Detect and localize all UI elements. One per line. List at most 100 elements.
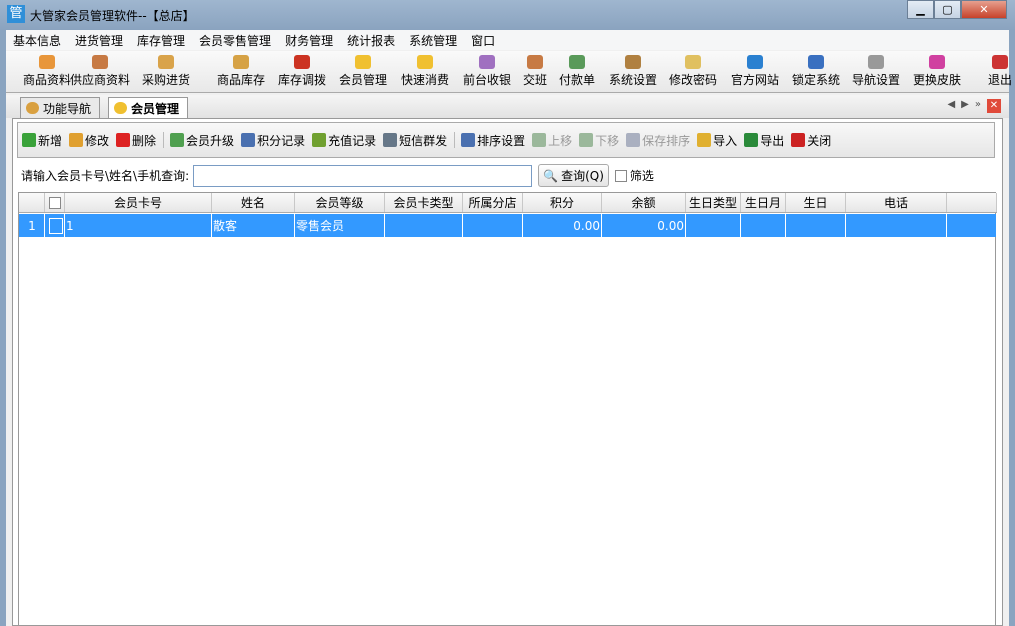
action-button[interactable]: 删除 (116, 132, 156, 149)
toolbar-button[interactable]: 交班 (523, 53, 547, 88)
toolbar-button[interactable]: 快速消费 (401, 53, 449, 88)
toolbar-button[interactable]: 会员管理 (339, 53, 387, 88)
action-label: 充值记录 (328, 132, 376, 149)
tab-function-nav[interactable]: 功能导航 (20, 97, 100, 118)
menu-item[interactable]: 窗口 (464, 30, 502, 50)
filter-checkbox[interactable] (615, 170, 627, 182)
column-header[interactable]: 生日月 (741, 193, 786, 212)
menu-item[interactable]: 基本信息 (6, 30, 68, 50)
toolbar-button[interactable]: 系统设置 (609, 53, 657, 88)
tab-scroll-right-icon[interactable]: ▶ (961, 99, 969, 113)
column-header[interactable] (947, 193, 997, 212)
action-button[interactable]: 短信群发 (383, 132, 447, 149)
action-button[interactable]: 导出 (744, 132, 784, 149)
action-label: 导入 (713, 132, 737, 149)
action-label: 新增 (38, 132, 62, 149)
column-header[interactable]: 会员等级 (295, 193, 385, 212)
toolbar-icon (39, 55, 55, 69)
toolbar-button[interactable]: 前台收银 (463, 53, 511, 88)
table-cell (741, 214, 786, 237)
menu-item[interactable]: 会员零售管理 (192, 30, 278, 50)
query-button[interactable]: 🔍查询(Q) (538, 164, 609, 187)
toolbar-icon (233, 55, 249, 69)
toolbar-label: 商品库存 (217, 73, 265, 87)
tab-member-management[interactable]: 会员管理 (108, 97, 188, 118)
column-header[interactable]: 电话 (846, 193, 947, 212)
action-button[interactable]: 充值记录 (312, 132, 376, 149)
table-cell (686, 214, 741, 237)
action-button[interactable]: 新增 (22, 132, 62, 149)
menu-item[interactable]: 进货管理 (68, 30, 130, 50)
action-button[interactable]: 会员升级 (170, 132, 234, 149)
member-icon (114, 102, 127, 114)
action-icon (461, 133, 475, 147)
column-header[interactable]: 所属分店 (463, 193, 523, 212)
column-header[interactable]: 姓名 (212, 193, 295, 212)
window-title: 大管家会员管理软件--【总店】 (30, 7, 195, 24)
toolbar-button[interactable]: 更换皮肤 (913, 53, 961, 88)
toolbar-label: 前台收银 (463, 73, 511, 87)
action-button[interactable]: 关闭 (791, 132, 831, 149)
toolbar-icon (158, 55, 174, 69)
minimize-button[interactable]: ▁ (907, 0, 934, 19)
action-icon (532, 133, 546, 147)
toolbar-button[interactable]: 修改密码 (669, 53, 717, 88)
checkbox[interactable] (49, 197, 61, 209)
menu-item[interactable]: 库存管理 (130, 30, 192, 50)
action-label: 导出 (760, 132, 784, 149)
select-all-checkbox[interactable] (45, 193, 65, 212)
action-icon (69, 133, 83, 147)
action-button[interactable]: 导入 (697, 132, 737, 149)
toolbar-button[interactable]: 供应商资料 (70, 53, 130, 88)
column-header[interactable]: 生日 (786, 193, 846, 212)
action-label: 保存排序 (642, 132, 690, 149)
menu-item[interactable]: 系统管理 (402, 30, 464, 50)
row-checkbox[interactable] (45, 214, 65, 237)
search-input[interactable] (193, 165, 532, 187)
toolbar-button[interactable]: 库存调拨 (278, 53, 326, 88)
column-header[interactable]: 余额 (602, 193, 686, 212)
action-icon (626, 133, 640, 147)
column-header[interactable]: 积分 (523, 193, 602, 212)
action-label: 下移 (595, 132, 619, 149)
toolbar-label: 快速消费 (401, 73, 449, 87)
action-button[interactable]: 排序设置 (461, 132, 525, 149)
menu-item[interactable]: 财务管理 (278, 30, 340, 50)
toolbar-button[interactable]: 商品资料 (23, 53, 71, 88)
toolbar-button[interactable]: 退出 (988, 53, 1012, 88)
menu-item[interactable]: 统计报表 (340, 30, 402, 50)
checkbox[interactable] (49, 218, 63, 234)
action-button[interactable]: 积分记录 (241, 132, 305, 149)
tab-list-icon[interactable]: » (975, 99, 981, 113)
toolbar-button[interactable]: 商品库存 (217, 53, 265, 88)
table-row[interactable]: 11散客零售会员0.000.00 (19, 214, 997, 237)
main-toolbar: 商品资料供应商资料采购进货商品库存库存调拨会员管理快速消费前台收银交班付款单系统… (6, 51, 1009, 93)
column-header[interactable]: 会员卡号 (65, 193, 212, 212)
action-button: 上移 (532, 132, 572, 149)
action-icon (791, 133, 805, 147)
toolbar-icon (625, 55, 641, 69)
toolbar-button[interactable]: 官方网站 (731, 53, 779, 88)
maximize-button[interactable]: ▢ (934, 0, 961, 19)
column-header[interactable]: 会员卡类型 (385, 193, 463, 212)
tab-scroll-left-icon[interactable]: ◀ (947, 99, 955, 113)
title-bar: 管 大管家会员管理软件--【总店】 ▁ ▢ ✕ (0, 0, 1015, 30)
column-header[interactable] (19, 193, 45, 212)
column-header[interactable]: 生日类型 (686, 193, 741, 212)
action-icon (170, 133, 184, 147)
action-label: 会员升级 (186, 132, 234, 149)
toolbar-icon (685, 55, 701, 69)
toolbar-button[interactable]: 采购进货 (142, 53, 190, 88)
action-button[interactable]: 修改 (69, 132, 109, 149)
action-label: 短信群发 (399, 132, 447, 149)
toolbar-button[interactable]: 付款单 (559, 53, 595, 88)
table-cell: 0.00 (523, 214, 602, 237)
table-cell: 散客 (212, 214, 295, 237)
close-tab-icon[interactable]: ✕ (987, 99, 1001, 113)
toolbar-label: 导航设置 (852, 73, 900, 87)
toolbar-button[interactable]: 锁定系统 (792, 53, 840, 88)
toolbar-button[interactable]: 导航设置 (852, 53, 900, 88)
action-icon (116, 133, 130, 147)
close-window-button[interactable]: ✕ (961, 0, 1007, 19)
toolbar-icon (92, 55, 108, 69)
